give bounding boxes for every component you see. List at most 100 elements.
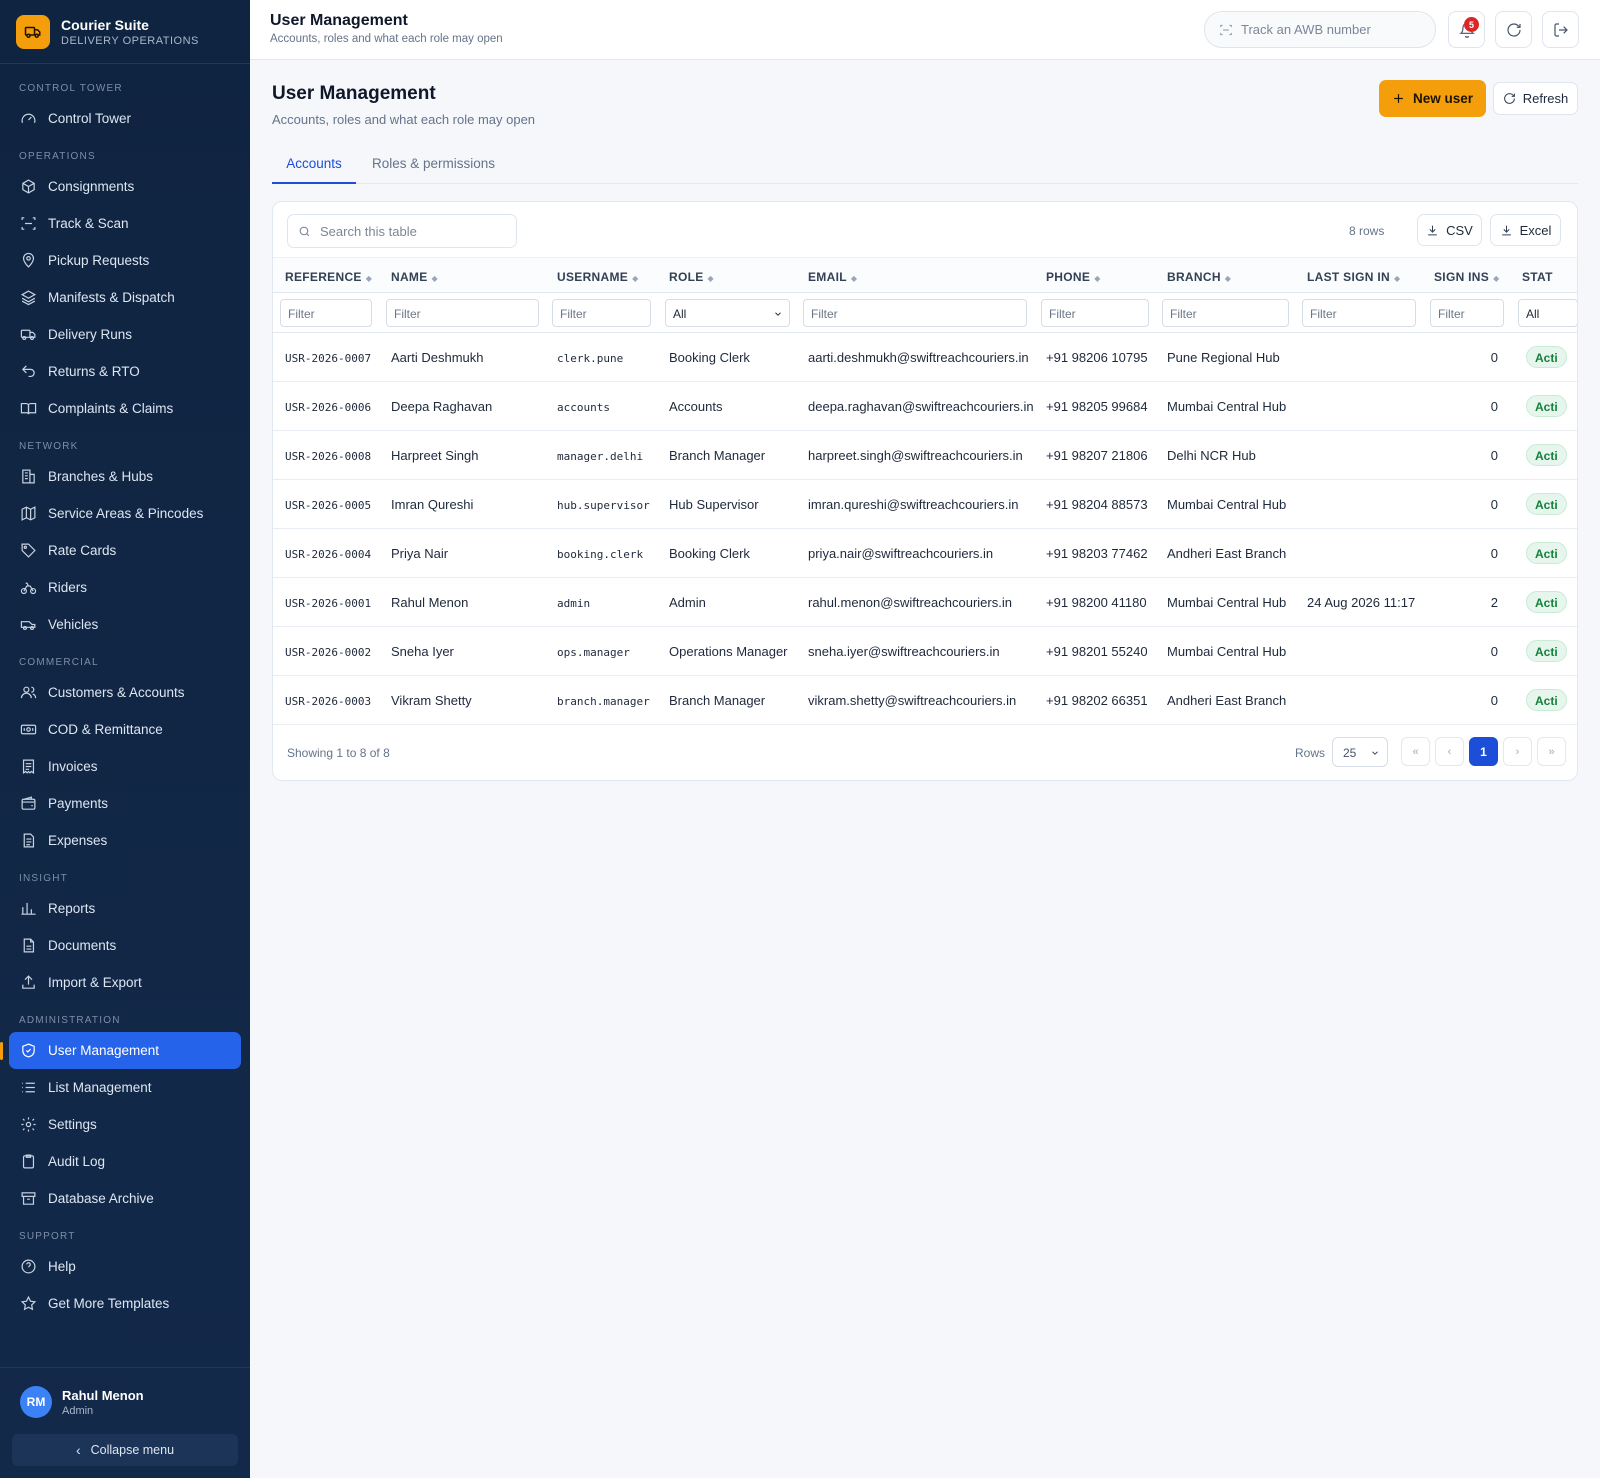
sidebar-item-user-management[interactable]: User Management <box>0 1032 241 1069</box>
logout-button[interactable] <box>1542 11 1579 48</box>
sidebar-item-pickup-requests[interactable]: Pickup Requests <box>0 242 250 279</box>
status-badge: Acti <box>1526 640 1567 662</box>
collapse-menu-button[interactable]: ‹ Collapse menu <box>12 1434 238 1466</box>
search-icon <box>299 226 310 236</box>
filter-select-stat[interactable]: All <box>1518 299 1577 327</box>
column-header-stat[interactable]: STAT <box>1522 270 1553 284</box>
sidebar-item-get-more-templates[interactable]: Get More Templates <box>0 1285 250 1322</box>
sidebar-item-complaints-and-claims[interactable]: Complaints & Claims <box>0 390 250 427</box>
new-user-button[interactable]: New user <box>1379 80 1486 117</box>
column-header-reference[interactable]: REFERENCE ◆ <box>285 270 372 284</box>
cell-sign-ins: 0 <box>1490 399 1498 414</box>
column-header-branch[interactable]: BRANCH ◆ <box>1167 270 1231 284</box>
cell-email: harpreet.singh@swiftreachcouriers.in <box>808 448 1023 463</box>
sidebar-item-settings[interactable]: Settings <box>0 1106 250 1143</box>
column-header-username[interactable]: USERNAME ◆ <box>557 270 639 284</box>
avatar: RM <box>20 1386 52 1418</box>
sidebar-item-consignments[interactable]: Consignments <box>0 168 250 205</box>
sidebar-item-list-management[interactable]: List Management <box>0 1069 250 1106</box>
cell-name: Priya Nair <box>391 546 449 561</box>
notifications-button[interactable]: 5 <box>1448 11 1485 48</box>
refresh-button[interactable]: Refresh <box>1493 82 1578 115</box>
sidebar-item-cod-and-remittance[interactable]: COD & Remittance <box>0 711 250 748</box>
user-profile[interactable]: RM Rahul Menon Admin <box>12 1378 238 1426</box>
tab-accounts[interactable]: Accounts <box>272 152 356 184</box>
last-page-button[interactable]: » <box>1537 737 1566 766</box>
filter-input-email[interactable]: Filter <box>803 299 1027 327</box>
table-row[interactable]: USR-2026-0007 Aarti Deshmukh clerk.pune Boo… <box>273 333 1577 382</box>
column-header-sign-ins[interactable]: SIGN INS ◆ <box>1434 270 1500 284</box>
chevron-down-icon <box>775 312 781 316</box>
sidebar-item-label: Documents <box>48 938 117 953</box>
sidebar-item-payments[interactable]: Payments <box>0 785 250 822</box>
sidebar-item-customers-and-accounts[interactable]: Customers & Accounts <box>0 674 250 711</box>
sidebar-item-help[interactable]: Help <box>0 1248 250 1285</box>
rows-per-page-select[interactable]: 25 <box>1332 737 1388 767</box>
sidebar-item-delivery-runs[interactable]: Delivery Runs <box>0 316 250 353</box>
sidebar-item-label: COD & Remittance <box>48 722 163 737</box>
sidebar-item-import-and-export[interactable]: Import & Export <box>0 964 250 1001</box>
sidebar-item-returns-and-rto[interactable]: Returns & RTO <box>0 353 250 390</box>
brand-subtitle: DELIVERY OPERATIONS <box>61 34 199 47</box>
table-search-input[interactable]: Search this table <box>287 214 517 248</box>
export-csv-button[interactable]: CSV <box>1417 214 1482 246</box>
bike-icon <box>19 579 37 597</box>
sidebar-item-expenses[interactable]: Expenses <box>0 822 250 859</box>
cell-role: Operations Manager <box>669 644 788 659</box>
table-row[interactable]: USR-2026-0004 Priya Nair booking.clerk Book… <box>273 529 1577 578</box>
column-header-label: STAT <box>1522 270 1553 284</box>
sidebar-item-branches-and-hubs[interactable]: Branches & Hubs <box>0 458 250 495</box>
gear-icon <box>19 1116 37 1134</box>
sidebar-item-service-areas-and-pincodes[interactable]: Service Areas & Pincodes <box>0 495 250 532</box>
sidebar-item-database-archive[interactable]: Database Archive <box>0 1180 250 1217</box>
filter-input-last-sign-in[interactable]: Filter <box>1302 299 1416 327</box>
table-row[interactable]: USR-2026-0003 Vikram Shetty branch.manager… <box>273 676 1577 725</box>
table-row[interactable]: USR-2026-0002 Sneha Iyer ops.manager Operat… <box>273 627 1577 676</box>
column-header-name[interactable]: NAME ◆ <box>391 270 438 284</box>
table-row[interactable]: USR-2026-0005 Imran Qureshi hub.supervisor… <box>273 480 1577 529</box>
cell-sign-ins: 0 <box>1490 350 1498 365</box>
filter-input-reference[interactable]: Filter <box>280 299 372 327</box>
table-row[interactable]: USR-2026-0006 Deepa Raghavan accounts Accou… <box>273 382 1577 431</box>
first-page-button[interactable]: « <box>1401 737 1430 766</box>
reload-button[interactable] <box>1495 11 1532 48</box>
sidebar-item-audit-log[interactable]: Audit Log <box>0 1143 250 1180</box>
filter-input-name[interactable]: Filter <box>386 299 539 327</box>
logout-icon <box>1553 22 1568 37</box>
status-badge: Acti <box>1526 542 1567 564</box>
package-icon <box>19 178 37 196</box>
nav-section-support: SUPPORT <box>19 1231 76 1242</box>
sidebar-item-reports[interactable]: Reports <box>0 890 250 927</box>
topbar: User Management Accounts, roles and what… <box>250 0 1600 60</box>
column-header-role[interactable]: ROLE ◆ <box>669 270 714 284</box>
sidebar-item-riders[interactable]: Riders <box>0 569 250 606</box>
table-row[interactable]: USR-2026-0008 Harpreet Singh manager.delhi… <box>273 431 1577 480</box>
filter-select-role[interactable]: All <box>665 299 790 327</box>
filter-input-username[interactable]: Filter <box>552 299 651 327</box>
page-1-button[interactable]: 1 <box>1469 737 1498 766</box>
nav-section-commercial: COMMERCIAL <box>19 657 99 668</box>
sidebar-item-track-and-scan[interactable]: Track & Scan <box>0 205 250 242</box>
sidebar-item-documents[interactable]: Documents <box>0 927 250 964</box>
export-excel-button[interactable]: Excel <box>1490 214 1561 246</box>
awb-search-input[interactable]: Track an AWB number <box>1204 11 1436 48</box>
filter-input-phone[interactable]: Filter <box>1041 299 1149 327</box>
next-page-button[interactable]: › <box>1503 737 1532 766</box>
filter-input-sign-ins[interactable]: Filter <box>1430 299 1504 327</box>
sidebar-item-rate-cards[interactable]: Rate Cards <box>0 532 250 569</box>
tab-roles-permissions[interactable]: Roles & permissions <box>372 152 495 184</box>
cell-sign-ins: 0 <box>1490 497 1498 512</box>
rows-label: Rows <box>1295 746 1326 760</box>
filter-input-branch[interactable]: Filter <box>1162 299 1289 327</box>
status-badge: Acti <box>1526 689 1567 711</box>
column-header-phone[interactable]: PHONE ◆ <box>1046 270 1101 284</box>
column-header-email[interactable]: EMAIL ◆ <box>808 270 857 284</box>
sidebar-item-manifests-and-dispatch[interactable]: Manifests & Dispatch <box>0 279 250 316</box>
prev-page-button[interactable]: ‹ <box>1435 737 1464 766</box>
column-header-last-sign-in[interactable]: LAST SIGN IN ◆ <box>1307 270 1400 284</box>
sidebar-item-vehicles[interactable]: Vehicles <box>0 606 250 643</box>
sidebar-item-control-tower[interactable]: Control Tower <box>0 100 250 137</box>
table-row[interactable]: USR-2026-0001 Rahul Menon admin Admin rahul.… <box>273 578 1577 627</box>
sidebar-item-invoices[interactable]: Invoices <box>0 748 250 785</box>
file-text-icon <box>19 832 37 850</box>
